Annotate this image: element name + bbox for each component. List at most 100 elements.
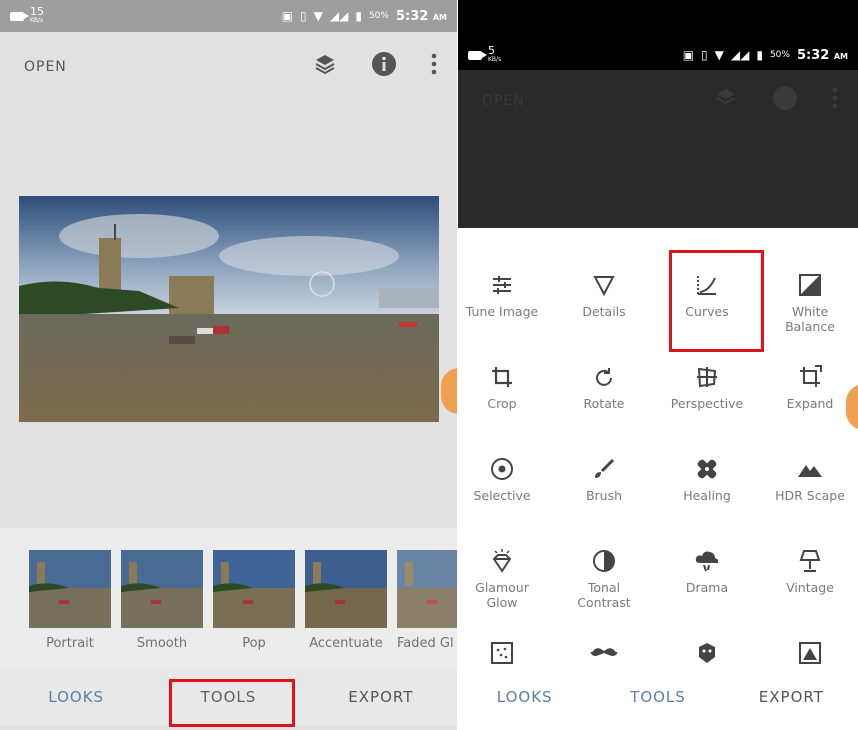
look-label: Smooth: [136, 636, 188, 651]
tab-export[interactable]: EXPORT: [725, 688, 858, 706]
cloud-icon: [657, 546, 757, 576]
look-pop[interactable]: Pop: [213, 550, 295, 651]
vibrate-icon: ▯: [701, 48, 708, 62]
look-thumbnail: [397, 550, 457, 628]
tool-tune-image[interactable]: Tune Image: [458, 270, 552, 319]
open-button[interactable]: OPEN: [0, 59, 67, 75]
side-panel-handle[interactable]: [441, 368, 457, 414]
look-portrait[interactable]: Portrait: [29, 550, 111, 651]
white-balance-icon: [760, 270, 858, 300]
tool-brush[interactable]: Brush: [554, 454, 654, 503]
look-accentuate[interactable]: Accentuate: [305, 550, 387, 651]
status-bar: 5 KB/s ▣ ▯ ▼ ◢◢ ▮ 50% 5:32 AM: [458, 40, 858, 70]
tool-label: Selective: [473, 488, 531, 503]
tool-label: Healing: [683, 488, 731, 503]
look-label: Faded Gl: [397, 636, 454, 651]
look-smooth[interactable]: Smooth: [121, 550, 203, 651]
tool-grunge[interactable]: [657, 638, 757, 668]
tab-looks[interactable]: LOOKS: [458, 688, 591, 706]
look-label: Portrait: [46, 636, 94, 651]
mustache-icon: [554, 638, 654, 668]
look-label: Accentuate: [309, 636, 383, 651]
tool-black-white[interactable]: [760, 638, 858, 668]
mountain-icon: [760, 454, 858, 484]
tool-label: HDR Scape: [775, 488, 845, 503]
app-toolbar: OPEN: [0, 32, 457, 102]
tool-healing[interactable]: Healing: [657, 454, 757, 503]
bottom-nav: LOOKS TOOLS EXPORT: [458, 670, 858, 724]
video-camera-icon: [468, 50, 487, 60]
tool-selective[interactable]: Selective: [458, 454, 552, 503]
crop-icon: [458, 362, 552, 392]
tool-retrolux[interactable]: [554, 638, 654, 668]
network-speed: 5 KB/s: [488, 44, 502, 63]
tool-label: Expand: [786, 396, 834, 411]
rotate-icon: [554, 362, 654, 392]
tool-label: White Balance: [785, 304, 835, 334]
tool-white-balance[interactable]: White Balance: [760, 270, 858, 334]
look-faded-glow[interactable]: Faded Gl: [397, 550, 457, 651]
tools-highlight-box: [169, 679, 295, 727]
battery-icon: ▮: [756, 48, 763, 62]
cast-icon: ▣: [682, 48, 695, 62]
clock: 5:32 AM: [395, 8, 447, 24]
tool-tonal-contrast[interactable]: Tonal Contrast: [554, 546, 654, 610]
tool-label: Tonal Contrast: [577, 580, 631, 610]
left-screen: 15 KB/s ▣ ▯ ▼ ◢◢ ▮ 50% 5:32 AM OPEN Port…: [0, 0, 457, 730]
tab-export[interactable]: EXPORT: [305, 688, 457, 706]
tool-crop[interactable]: Crop: [458, 362, 552, 411]
edited-photo: [19, 196, 439, 422]
more-options-icon: [832, 87, 838, 115]
layers-undo-icon[interactable]: [313, 52, 337, 82]
tool-expand[interactable]: Expand: [760, 362, 858, 411]
tool-drama[interactable]: Drama: [657, 546, 757, 595]
tool-label: Tune Image: [465, 304, 539, 319]
wifi-icon: ▼: [714, 48, 724, 62]
tool-glamour-glow[interactable]: Glamour Glow: [458, 546, 552, 610]
network-speed: 15 KB/s: [30, 5, 44, 24]
look-thumbnail: [29, 550, 111, 628]
look-thumbnail: [121, 550, 203, 628]
clock: 5:32 AM: [796, 47, 848, 63]
perspective-icon: [657, 362, 757, 392]
tool-perspective[interactable]: Perspective: [657, 362, 757, 411]
dimmed-background: [458, 132, 858, 228]
tool-rotate[interactable]: Rotate: [554, 362, 654, 411]
signal-icon: ◢◢: [730, 48, 750, 62]
tab-tools[interactable]: TOOLS: [591, 688, 724, 706]
tool-vintage[interactable]: Vintage: [760, 546, 858, 595]
look-label: Pop: [242, 636, 266, 651]
looks-strip: Portrait Smooth Pop Accentuate Faded Gl: [0, 528, 457, 668]
battery-percent: 50%: [769, 50, 790, 60]
expand-icon: [760, 362, 858, 392]
tool-hdr-scape[interactable]: HDR Scape: [760, 454, 858, 503]
tool-details[interactable]: Details: [554, 270, 654, 319]
tool-label: Brush: [585, 488, 623, 503]
tool-label: Drama: [685, 580, 729, 595]
tool-grainy-film[interactable]: [458, 638, 552, 668]
bandage-icon: [657, 454, 757, 484]
video-camera-icon: [10, 11, 29, 21]
battery-percent: 50%: [368, 11, 389, 21]
tool-label: Details: [582, 304, 626, 319]
face-icon: [657, 638, 757, 668]
signal-icon: ◢◢: [329, 9, 349, 23]
tool-label: Vintage: [786, 580, 834, 595]
info-icon: [772, 85, 798, 117]
lamp-icon: [760, 546, 858, 576]
layers-undo-icon: [714, 86, 738, 116]
tab-looks[interactable]: LOOKS: [0, 688, 152, 706]
vibrate-icon: ▯: [300, 9, 307, 23]
frame-icon: [760, 638, 858, 668]
diamond-icon: [458, 546, 552, 576]
status-bar: 15 KB/s ▣ ▯ ▼ ◢◢ ▮ 50% 5:32 AM: [0, 0, 457, 32]
curves-highlight-box: [669, 250, 764, 352]
triangle-icon: [554, 270, 654, 300]
look-thumbnail: [213, 550, 295, 628]
battery-icon: ▮: [355, 9, 362, 23]
info-icon[interactable]: [371, 51, 397, 83]
wifi-icon: ▼: [313, 9, 323, 23]
tool-label: Glamour Glow: [475, 580, 529, 610]
brush-icon: [554, 454, 654, 484]
more-options-icon[interactable]: [431, 53, 437, 81]
